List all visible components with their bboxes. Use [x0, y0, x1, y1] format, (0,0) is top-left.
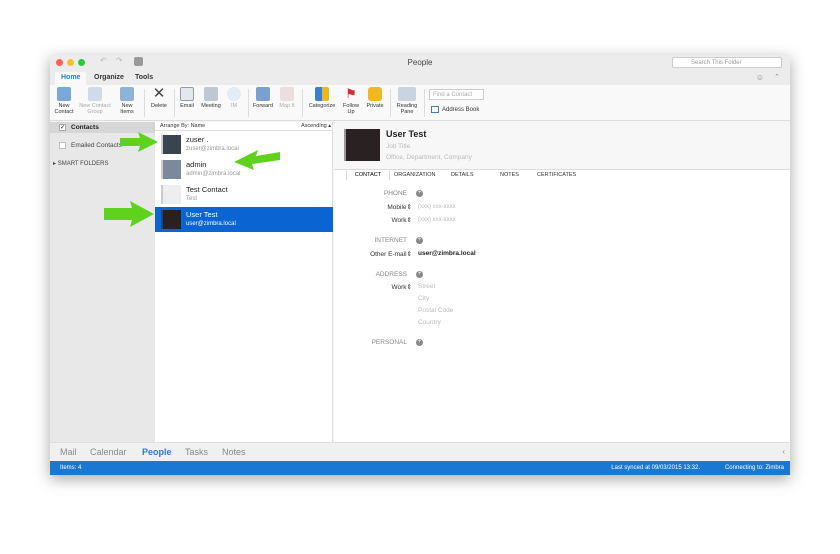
green-arrow-icon	[120, 132, 158, 152]
green-arrow-icon	[104, 201, 154, 227]
green-arrow-icon	[234, 150, 280, 170]
annotation-arrows	[104, 132, 280, 227]
